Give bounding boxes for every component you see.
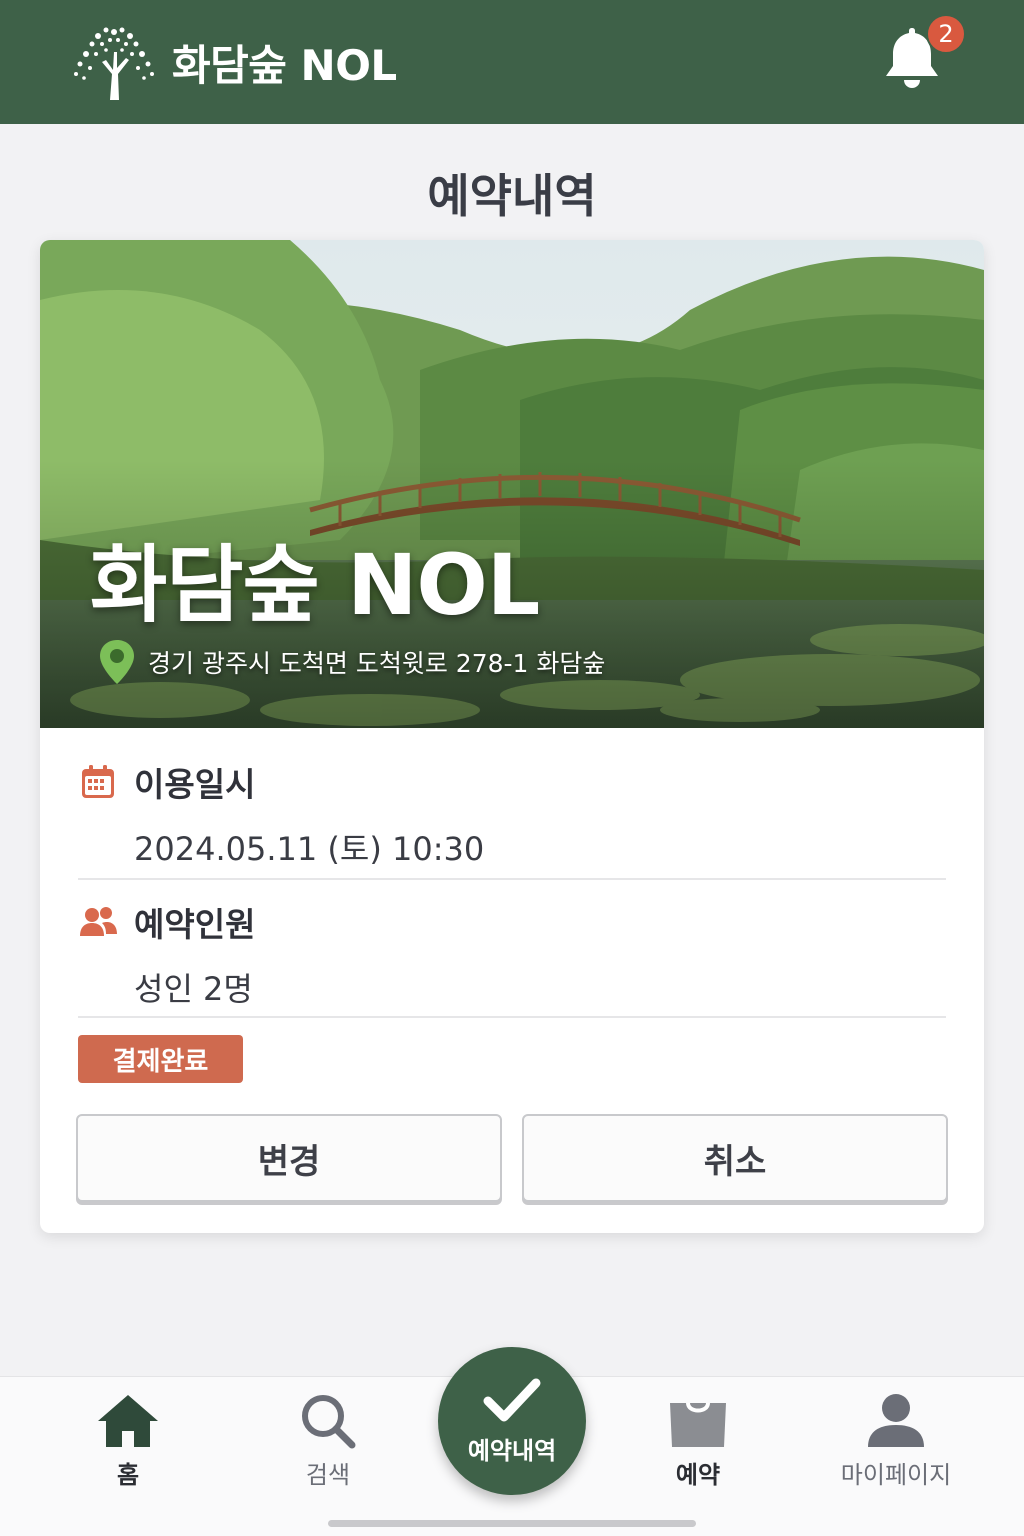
notification-badge: 2 — [926, 14, 966, 54]
divider — [78, 878, 946, 880]
location-pin-icon — [100, 640, 134, 684]
calendar-icon — [82, 765, 114, 798]
address-text: 경기 광주시 도척면 도척윗로 278-1 화담숲 — [148, 649, 606, 678]
tree-logo-icon — [74, 27, 154, 100]
user-icon — [868, 1394, 924, 1447]
people-icon — [80, 907, 117, 936]
app-header: 화담숲 NOL 2 — [0, 0, 1024, 124]
date-label: 이용일시 — [134, 765, 256, 804]
nav-mypage-label: 마이페이지 — [840, 1461, 952, 1489]
payment-status-badge: 결제완료 — [78, 1035, 243, 1083]
date-value: 2024.05.11 (토) 10:30 — [134, 830, 485, 868]
place-address: 경기 광주시 도척면 도척윗로 278-1 화담숲 — [98, 638, 605, 686]
nav-search-label: 검색 — [305, 1461, 351, 1489]
hero-image: 화담숲 NOL 경기 광주시 도척면 도척윗로 278-1 화담숲 — [40, 240, 984, 728]
change-button[interactable]: 변경 — [76, 1114, 502, 1202]
home-indicator — [328, 1520, 696, 1527]
nav-mypage[interactable]: 마이페이지 — [816, 1391, 976, 1490]
check-icon — [483, 1378, 541, 1421]
nav-reservations-button[interactable]: 예약내역 — [438, 1347, 586, 1495]
date-section: 이용일시 2024.05.11 (토) 10:30 — [78, 758, 946, 870]
nav-home-label: 홈 — [116, 1461, 140, 1489]
divider — [78, 1016, 946, 1018]
nav-booking-label: 예약 — [675, 1461, 721, 1489]
search-icon — [302, 1395, 356, 1449]
nav-search[interactable]: 검색 — [248, 1391, 408, 1490]
reservation-card: 화담숲 NOL 경기 광주시 도척면 도척윗로 278-1 화담숲 이용일시 2… — [40, 240, 984, 1233]
nav-reservations-label: 예약내역 — [467, 1436, 557, 1465]
people-section: 예약인원 성인 2명 — [78, 898, 946, 1010]
cancel-button[interactable]: 취소 — [522, 1114, 948, 1202]
home-icon — [98, 1395, 158, 1447]
people-label: 예약인원 — [134, 905, 256, 944]
brand-name: 화담숲 NOL — [172, 40, 397, 90]
bag-icon — [670, 1402, 726, 1447]
nav-booking[interactable]: 예약 — [618, 1391, 778, 1490]
nav-home[interactable]: 홈 — [48, 1391, 208, 1490]
page-title: 예약내역 — [427, 169, 597, 223]
place-name: 화담숲 NOL — [90, 536, 540, 634]
people-value: 성인 2명 — [134, 970, 253, 1008]
notification-button[interactable]: 2 — [880, 14, 966, 94]
